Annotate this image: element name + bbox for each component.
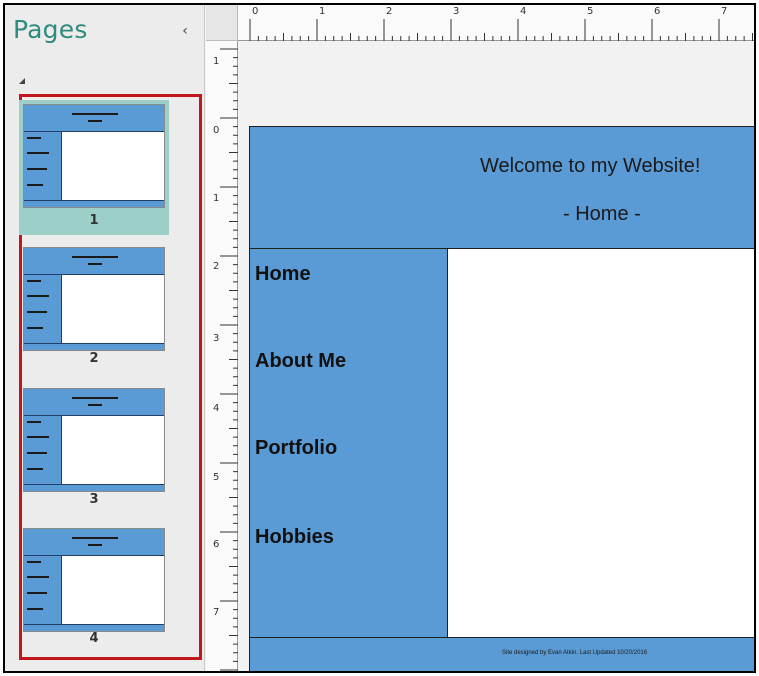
ruler-corner [206,5,238,41]
ruler-label: 7 [213,607,220,618]
page-thumbnail-preview [23,528,165,632]
ruler-label: 2 [213,261,220,272]
ruler-label: 7 [721,6,728,17]
ruler-label: 4 [520,6,527,17]
nav-about-me[interactable]: About Me [255,350,346,373]
horizontal-ruler[interactable]: 0 1 2 3 4 5 6 7 [238,5,754,41]
navigation-box[interactable]: Home About Me Portfolio Hobbies [249,248,448,638]
ruler-label: 3 [213,333,220,344]
collapse-panel-button[interactable]: ‹ [178,23,192,39]
nav-home[interactable]: Home [255,263,311,286]
triangle-icon[interactable] [19,78,25,84]
ruler-label: 5 [213,472,220,483]
vertical-ruler[interactable]: 1 0 1 2 3 4 5 6 7 [206,41,238,671]
ruler-label: 6 [654,6,661,17]
page-number: 1 [89,213,99,228]
publisher-window: Pages ‹ 1 2 3 4 0 1 2 3 4 5 6 7 1 0 1 2 … [3,3,756,673]
page-number: 2 [89,351,99,366]
footer-text[interactable]: Site designed by Evan Atkin. Last Update… [502,650,647,656]
page-thumbnail-2[interactable]: 2 [19,243,169,368]
chevron-left-icon: ‹ [182,23,188,39]
page-footer-box[interactable]: Site designed by Evan Atkin. Last Update… [249,637,754,671]
content-area[interactable] [448,248,754,638]
page-thumbnail-4[interactable]: 4 [19,524,169,649]
page-thumbnail-preview [23,104,165,208]
ruler-label: 1 [213,193,220,204]
ruler-label: 0 [213,125,220,136]
publication-page[interactable]: Welcome to my Website! - Home - Home Abo… [249,126,754,671]
ruler-label: 5 [587,6,594,17]
pages-panel: Pages ‹ 1 2 3 4 [5,5,205,671]
nav-hobbies[interactable]: Hobbies [255,526,334,549]
ruler-label: 6 [213,539,220,550]
horizontal-ruler-ticks [249,19,753,41]
pages-panel-title: Pages [13,15,88,44]
ruler-label: 3 [453,6,460,17]
vertical-ruler-ticks [220,48,238,671]
nav-portfolio[interactable]: Portfolio [255,437,337,460]
ruler-label: 1 [319,6,326,17]
page-thumbnail-preview [23,247,165,351]
header-title[interactable]: Welcome to my Website! [480,155,700,178]
page-thumbnail-preview [23,388,165,492]
page-thumbnail-1[interactable]: 1 [19,100,169,235]
header-subtitle[interactable]: - Home - [563,203,641,226]
design-canvas[interactable]: Welcome to my Website! - Home - Home Abo… [239,42,754,671]
ruler-label: 0 [252,6,259,17]
page-header-box[interactable]: Welcome to my Website! - Home - [249,126,754,249]
page-number: 3 [89,492,99,507]
page-thumbnail-3[interactable]: 3 [19,384,169,509]
ruler-label: 2 [386,6,393,17]
page-number: 4 [89,631,99,646]
ruler-label: 4 [213,403,220,414]
ruler-label: 1 [213,56,220,67]
